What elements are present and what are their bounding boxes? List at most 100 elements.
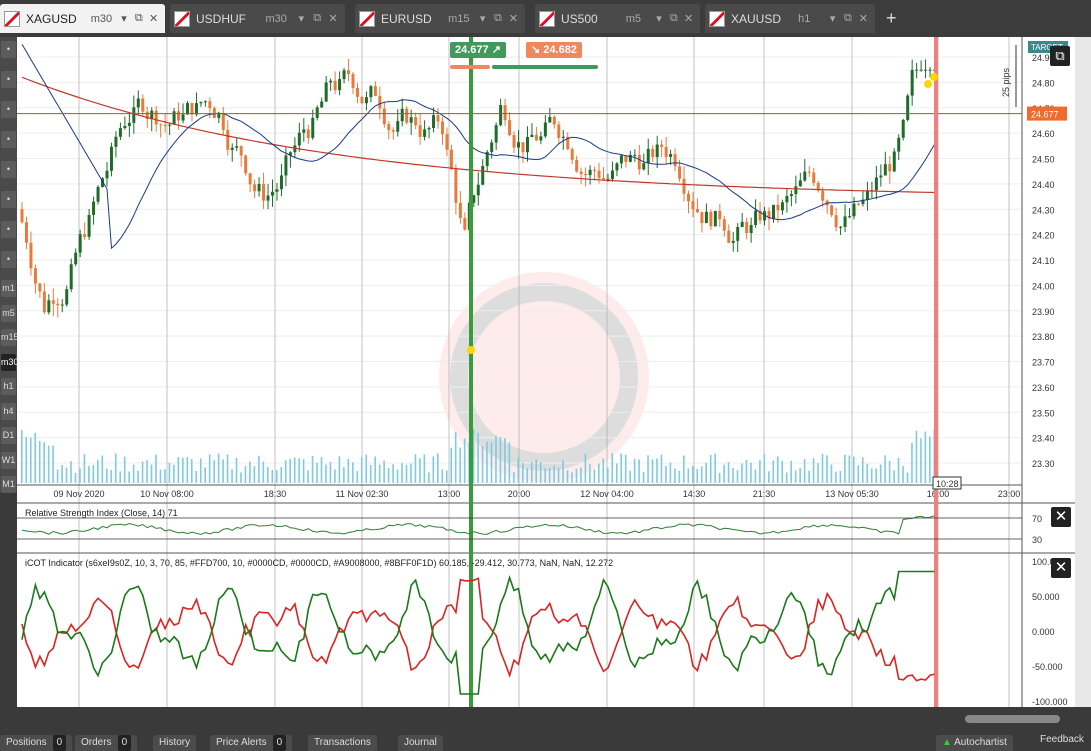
candle-body xyxy=(901,119,905,138)
volume-bar xyxy=(683,455,685,483)
timeframe-m1[interactable]: m1 xyxy=(1,280,16,297)
bottom-tab-positions[interactable]: Positions 0 xyxy=(0,735,73,751)
candle-body xyxy=(423,129,427,137)
tab-timeframe[interactable]: m15 xyxy=(448,13,475,25)
candle-body xyxy=(803,171,807,181)
candle-body xyxy=(194,103,198,115)
candle-body xyxy=(400,108,404,122)
candle-body xyxy=(548,116,552,123)
eye-icon[interactable]: • xyxy=(1,221,16,238)
volume-bar xyxy=(34,432,37,483)
popout-icon[interactable]: ⧉ xyxy=(1050,46,1070,66)
timeframe-M1[interactable]: M1 xyxy=(1,476,16,493)
close-icon[interactable]: ✕ xyxy=(325,12,341,25)
candle-body xyxy=(378,95,382,109)
zoom-in-icon[interactable]: • xyxy=(1,41,16,58)
volume-bar xyxy=(902,466,904,483)
close-icon[interactable]: ✕ xyxy=(681,12,696,25)
crosshair-icon[interactable]: • xyxy=(1,101,16,118)
facebook-icon[interactable]: • xyxy=(1,131,16,148)
horizontal-scrollbar[interactable] xyxy=(965,715,1060,723)
candle-body xyxy=(848,216,852,218)
tab-symbol: EURUSD xyxy=(381,11,432,26)
rsi-close-button[interactable]: ✕ xyxy=(1051,507,1071,527)
candle-body xyxy=(253,184,257,192)
timeframe-m15[interactable]: m15 xyxy=(1,329,19,346)
chevron-down-icon[interactable]: ▾ xyxy=(652,12,667,25)
chevron-down-icon[interactable]: ▾ xyxy=(475,12,490,25)
candle-body xyxy=(521,142,525,153)
tab-usdhuf[interactable]: USDHUF m30 ▾ ⧉ ✕ xyxy=(170,4,345,33)
volume-bar xyxy=(401,463,403,483)
tab-timeframe[interactable]: m30 xyxy=(266,13,294,25)
tab-eurusd[interactable]: EURUSD m15 ▾ ⧉ ✕ xyxy=(355,4,525,33)
tab-xauusd[interactable]: XAUUSD h1 ▾ ⧉ ✕ xyxy=(705,4,875,33)
volume-bar xyxy=(539,462,542,483)
volume-bar xyxy=(311,455,314,483)
popout-icon[interactable]: ⧉ xyxy=(490,12,505,25)
candle-body xyxy=(691,201,695,210)
close-icon[interactable]: ✕ xyxy=(146,12,161,25)
tab-timeframe[interactable]: m30 xyxy=(91,13,117,25)
candle-body xyxy=(718,210,722,220)
close-icon[interactable]: ✕ xyxy=(506,12,521,25)
tab-timeframe[interactable]: h1 xyxy=(798,13,825,25)
zoom-out-icon[interactable]: • xyxy=(1,71,16,88)
chevron-down-icon[interactable]: ▾ xyxy=(825,12,840,25)
timeframe-D1[interactable]: D1 xyxy=(1,427,16,444)
price-chart[interactable]: 24.9024.8024.7024.6024.5024.4024.3024.20… xyxy=(17,37,1075,707)
tab-timeframe[interactable]: m5 xyxy=(626,13,652,25)
feedback-button[interactable]: Feedback xyxy=(1040,734,1084,745)
timeframe-h4[interactable]: h4 xyxy=(1,402,16,420)
timeframe-W1[interactable]: W1 xyxy=(1,451,16,469)
bottom-tab-orders[interactable]: Orders 0 xyxy=(75,735,138,751)
popout-icon[interactable]: ⧉ xyxy=(131,12,146,25)
icot-close-button[interactable]: ✕ xyxy=(1051,558,1071,578)
volume-bar xyxy=(566,470,569,483)
volume-bar xyxy=(647,455,649,483)
sell-price-button[interactable]: 24.677 ↗ xyxy=(450,42,506,58)
tab-xagusd[interactable]: XAGUSD m30 ▾ ⧉ ✕ xyxy=(0,4,165,33)
timeframe-h1[interactable]: h1 xyxy=(1,378,16,395)
candle-body xyxy=(839,226,843,228)
candle-body xyxy=(105,170,109,179)
chevron-down-icon[interactable]: ▾ xyxy=(117,12,132,25)
vertical-scrollbar[interactable] xyxy=(1075,37,1091,707)
bottom-tab-journal[interactable]: Journal xyxy=(398,735,443,751)
candle-body xyxy=(584,174,588,176)
candle-body xyxy=(342,70,346,80)
candle-body xyxy=(651,148,655,158)
chevron-down-icon[interactable]: ▾ xyxy=(293,12,309,25)
autochartist-button[interactable]: ▲ Autochartist xyxy=(936,735,1013,751)
popout-icon[interactable]: ⧉ xyxy=(666,12,681,25)
buy-price-button[interactable]: ↘ 24.682 xyxy=(526,42,582,58)
candle-body xyxy=(570,149,574,160)
volume-bar xyxy=(182,457,184,483)
candle-body xyxy=(789,194,793,197)
tab-us500[interactable]: US500 m5 ▾ ⧉ ✕ xyxy=(535,4,700,33)
popout-icon[interactable]: ⧉ xyxy=(309,12,325,25)
candle-body xyxy=(525,137,529,153)
candle-body xyxy=(56,303,60,306)
add-tab-button[interactable]: + xyxy=(886,8,897,29)
volume-bar xyxy=(669,462,672,483)
volume-bar xyxy=(410,463,412,483)
draw-icon[interactable]: • xyxy=(1,251,16,268)
bottom-tab-transactions[interactable]: Transactions xyxy=(308,735,377,751)
timeframe-m30[interactable]: m30 xyxy=(1,353,19,371)
candle-body xyxy=(42,291,46,313)
close-icon[interactable]: ✕ xyxy=(856,12,871,25)
candle-body xyxy=(673,154,677,167)
chart-area[interactable]: 24.9024.8024.7024.6024.5024.4024.3024.20… xyxy=(17,37,1075,707)
volume-bar xyxy=(204,467,206,483)
bottom-tab-price-alerts[interactable]: Price Alerts 0 xyxy=(210,735,293,751)
chat-icon[interactable]: • xyxy=(1,161,16,178)
timeframe-m5[interactable]: m5 xyxy=(1,304,16,322)
popout-icon[interactable]: ⧉ xyxy=(840,12,855,25)
volume-bar xyxy=(186,457,189,483)
candle-body xyxy=(637,154,641,170)
bottom-tab-history[interactable]: History xyxy=(153,735,197,751)
symbol-flag-icon xyxy=(539,10,555,27)
layers-icon[interactable]: • xyxy=(1,191,16,208)
price-axis-label: 23.30 xyxy=(1032,459,1055,469)
